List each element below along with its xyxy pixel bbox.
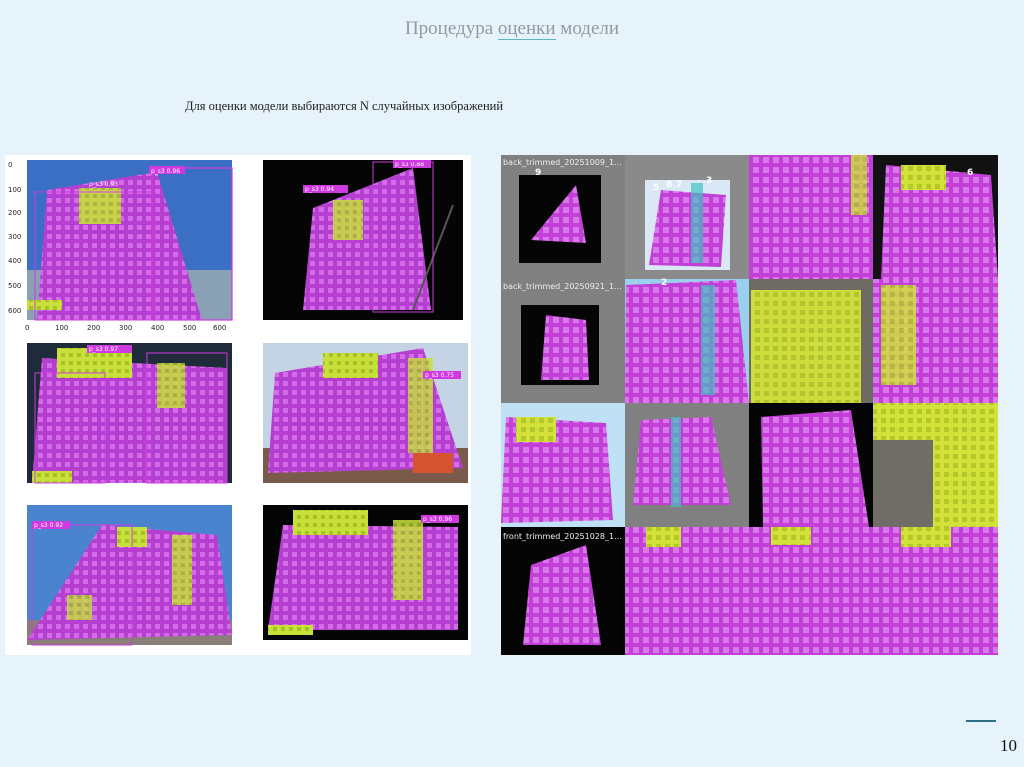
- class-label: 3: [706, 176, 712, 186]
- x-tick: 400: [151, 324, 164, 332]
- y-tick: 0: [8, 161, 12, 169]
- class-label: 9: [535, 168, 541, 178]
- plot-4: p_s3 0.75: [263, 343, 468, 483]
- plot-3: p_s3 0.97: [27, 343, 232, 484]
- plot-label: p_s3 0.97: [89, 346, 118, 353]
- plot-1: p_s3 0.96 p_s3 0.93: [27, 160, 233, 321]
- training-mosaic: back_trimmed_20251009_1... back_trimmed_…: [501, 155, 998, 655]
- page-number: 10: [1000, 736, 1017, 755]
- plot-2: p_s3 0.88 p_s3 0.94: [263, 160, 463, 320]
- x-tick: 600: [213, 324, 226, 332]
- prediction-plots-svg: p_s3 0.96 p_s3 0.93 p_s3 0.88 p_s3 0.94: [8, 160, 468, 646]
- plot-label: p_s3 0.92: [34, 522, 63, 529]
- plot-label: p_s3 0.75: [425, 372, 454, 379]
- y-tick: 200: [8, 209, 21, 217]
- class-label: 8: [666, 180, 672, 190]
- prediction-plots-panel: p_s3 0.96 p_s3 0.93 p_s3 0.88 p_s3 0.94: [5, 155, 471, 655]
- x-tick: 100: [55, 324, 68, 332]
- mosaic-caption: front_trimmed_20251028_1...: [503, 532, 622, 541]
- page-number-rule: [966, 720, 996, 722]
- subtitle: Для оценки модели выбираются N случайных…: [185, 99, 504, 113]
- mosaic-caption: back_trimmed_20250921_1...: [503, 282, 622, 291]
- plot-5: p_s3 0.92: [27, 505, 232, 646]
- x-tick: 300: [119, 324, 132, 332]
- plot-label: p_s3 0.96: [423, 516, 452, 523]
- plot-6: p_s3 0.96: [263, 505, 468, 640]
- training-mosaic-svg: back_trimmed_20251009_1... back_trimmed_…: [501, 155, 998, 655]
- title-part-1: Процедура: [404, 18, 498, 39]
- title-part-3: модели: [555, 18, 620, 39]
- title-underlined: оценки: [497, 18, 556, 40]
- plot-label: p_s3 0.96: [151, 168, 180, 175]
- slide-title: Процедура оценки модели: [0, 18, 1024, 40]
- class-label: 6: [967, 168, 973, 178]
- mosaic-caption: back_trimmed_20251009_1...: [503, 158, 622, 167]
- y-tick: 300: [8, 233, 21, 241]
- class-label: 5: [653, 183, 659, 193]
- y-tick: 500: [8, 282, 21, 290]
- x-tick: 500: [183, 324, 196, 332]
- y-tick: 100: [8, 186, 21, 194]
- class-label: 2: [661, 278, 667, 288]
- y-tick: 600: [8, 307, 21, 315]
- x-tick: 200: [87, 324, 100, 332]
- y-tick: 400: [8, 257, 21, 265]
- plot-label: p_s3 0.94: [305, 186, 334, 193]
- plot-label: p_s3 0.93: [89, 181, 118, 188]
- x-tick: 0: [25, 324, 29, 332]
- class-label: 7: [676, 180, 682, 190]
